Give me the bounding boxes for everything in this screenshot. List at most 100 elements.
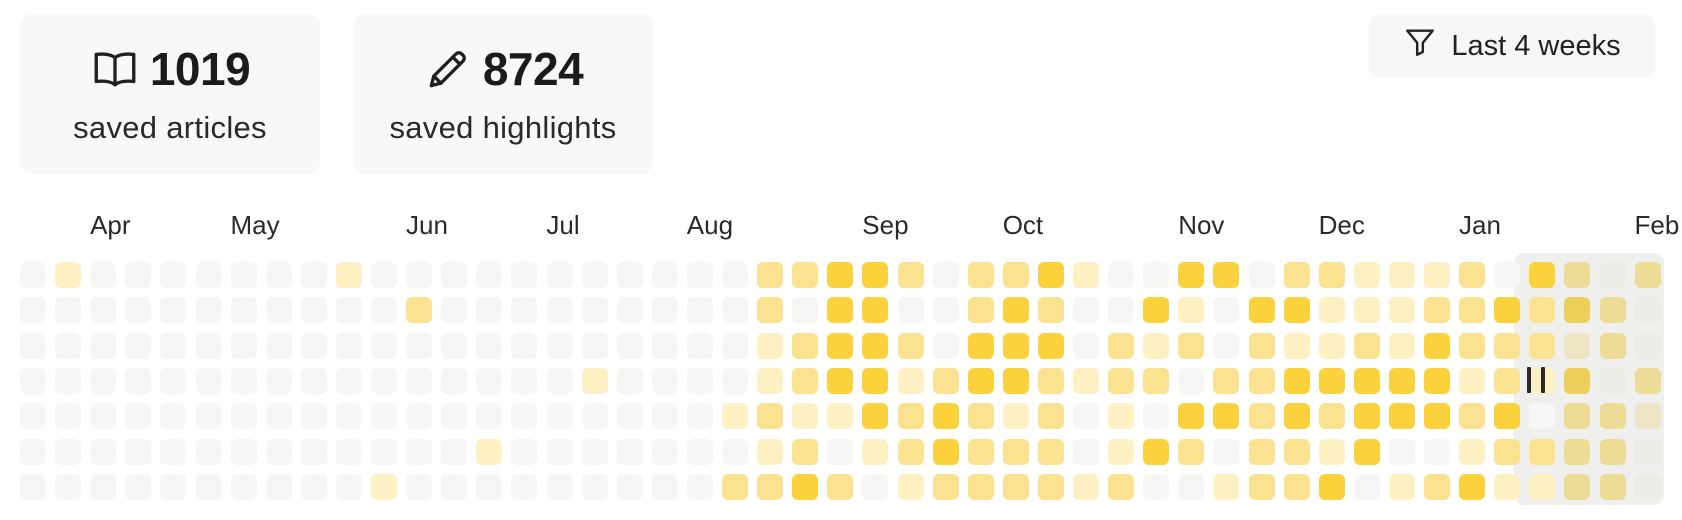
heatmap-cell[interactable] — [968, 297, 994, 323]
heatmap-cell[interactable] — [687, 297, 713, 323]
heatmap-cell[interactable] — [582, 474, 608, 500]
heatmap-cell[interactable] — [231, 474, 257, 500]
heatmap-cell[interactable] — [1143, 368, 1169, 394]
heatmap-cell[interactable] — [1249, 333, 1275, 359]
heatmap-cell[interactable] — [757, 262, 783, 288]
heatmap-cell[interactable] — [1600, 368, 1626, 394]
heatmap-cell[interactable] — [125, 297, 151, 323]
heatmap-cell[interactable] — [371, 403, 397, 429]
heatmap-cell[interactable] — [336, 368, 362, 394]
heatmap-cell[interactable] — [196, 403, 222, 429]
heatmap-cell[interactable] — [406, 368, 432, 394]
heatmap-cell[interactable] — [968, 439, 994, 465]
heatmap-cell[interactable] — [1284, 297, 1310, 323]
heatmap-cell[interactable] — [687, 333, 713, 359]
heatmap-cell[interactable] — [1108, 262, 1134, 288]
heatmap-cell[interactable] — [55, 439, 81, 465]
heatmap-cell[interactable] — [196, 474, 222, 500]
heatmap-cell[interactable] — [160, 403, 186, 429]
heatmap-cell[interactable] — [1319, 297, 1345, 323]
heatmap-cell[interactable] — [1213, 333, 1239, 359]
heatmap-cell[interactable] — [757, 333, 783, 359]
heatmap-cell[interactable] — [1529, 474, 1555, 500]
heatmap-cell[interactable] — [55, 333, 81, 359]
heatmap-cell[interactable] — [1354, 403, 1380, 429]
heatmap-cell[interactable] — [757, 297, 783, 323]
heatmap-cell[interactable] — [20, 262, 46, 288]
heatmap-cell[interactable] — [1178, 333, 1204, 359]
heatmap-cell[interactable] — [1178, 368, 1204, 394]
heatmap-cell[interactable] — [1494, 368, 1520, 394]
heatmap-cell[interactable] — [476, 297, 502, 323]
heatmap-cell[interactable] — [898, 474, 924, 500]
heatmap-cell[interactable] — [1108, 333, 1134, 359]
date-range-filter-button[interactable]: Last 4 weeks — [1369, 14, 1655, 78]
heatmap-cell[interactable] — [1249, 439, 1275, 465]
heatmap-cell[interactable] — [301, 403, 327, 429]
heatmap-cell[interactable] — [1319, 368, 1345, 394]
heatmap-cell[interactable] — [196, 333, 222, 359]
heatmap-cell[interactable] — [1284, 262, 1310, 288]
heatmap-cell[interactable] — [1003, 333, 1029, 359]
heatmap-cell[interactable] — [90, 297, 116, 323]
heatmap-cell[interactable] — [125, 368, 151, 394]
heatmap-cell[interactable] — [1249, 403, 1275, 429]
heatmap-cell[interactable] — [1284, 403, 1310, 429]
heatmap-cell[interactable] — [1600, 403, 1626, 429]
heatmap-cell[interactable] — [1635, 403, 1661, 429]
heatmap-cell[interactable] — [301, 368, 327, 394]
heatmap-cell[interactable] — [933, 439, 959, 465]
heatmap-cell[interactable] — [792, 403, 818, 429]
heatmap-cell[interactable] — [476, 439, 502, 465]
heatmap-cell[interactable] — [231, 262, 257, 288]
heatmap-cell[interactable] — [55, 262, 81, 288]
heatmap-cell[interactable] — [55, 403, 81, 429]
heatmap-cell[interactable] — [547, 403, 573, 429]
heatmap-cell[interactable] — [1073, 333, 1099, 359]
heatmap-cell[interactable] — [1319, 474, 1345, 500]
heatmap-cell[interactable] — [1073, 368, 1099, 394]
heatmap-cell[interactable] — [617, 474, 643, 500]
heatmap-cell[interactable] — [55, 297, 81, 323]
heatmap-cell[interactable] — [371, 297, 397, 323]
heatmap-cell[interactable] — [827, 474, 853, 500]
heatmap-cell[interactable] — [371, 333, 397, 359]
heatmap-cell[interactable] — [792, 262, 818, 288]
heatmap-cell[interactable] — [617, 297, 643, 323]
heatmap-cell[interactable] — [1038, 368, 1064, 394]
heatmap-cell[interactable] — [827, 262, 853, 288]
heatmap-cell[interactable] — [266, 262, 292, 288]
heatmap-cell[interactable] — [125, 439, 151, 465]
heatmap-cell[interactable] — [336, 333, 362, 359]
heatmap-cell[interactable] — [20, 297, 46, 323]
heatmap-cell[interactable] — [582, 262, 608, 288]
heatmap-cell[interactable] — [722, 439, 748, 465]
heatmap-cell[interactable] — [1143, 439, 1169, 465]
heatmap-cell[interactable] — [582, 333, 608, 359]
heatmap-cell[interactable] — [125, 333, 151, 359]
heatmap-cell[interactable] — [757, 439, 783, 465]
heatmap-cell[interactable] — [1143, 333, 1169, 359]
heatmap-cell[interactable] — [1424, 474, 1450, 500]
heatmap-cell[interactable] — [1178, 439, 1204, 465]
heatmap-cell[interactable] — [1354, 439, 1380, 465]
heatmap-cell[interactable] — [160, 474, 186, 500]
heatmap-cell[interactable] — [827, 333, 853, 359]
heatmap-cell[interactable] — [1003, 262, 1029, 288]
heatmap-cell[interactable] — [511, 297, 537, 323]
heatmap-cell[interactable] — [1529, 403, 1555, 429]
heatmap-cell[interactable] — [1178, 297, 1204, 323]
heatmap-cell[interactable] — [617, 403, 643, 429]
heatmap-cell[interactable] — [125, 262, 151, 288]
heatmap-cell[interactable] — [336, 403, 362, 429]
heatmap-cell[interactable] — [125, 474, 151, 500]
heatmap-cell[interactable] — [792, 333, 818, 359]
heatmap-cell[interactable] — [1284, 439, 1310, 465]
heatmap-cell[interactable] — [617, 262, 643, 288]
heatmap-cell[interactable] — [1108, 403, 1134, 429]
heatmap-cell[interactable] — [898, 403, 924, 429]
heatmap-cell[interactable] — [757, 474, 783, 500]
heatmap-cell[interactable] — [652, 403, 678, 429]
heatmap-cell[interactable] — [20, 333, 46, 359]
heatmap-cell[interactable] — [1459, 297, 1485, 323]
